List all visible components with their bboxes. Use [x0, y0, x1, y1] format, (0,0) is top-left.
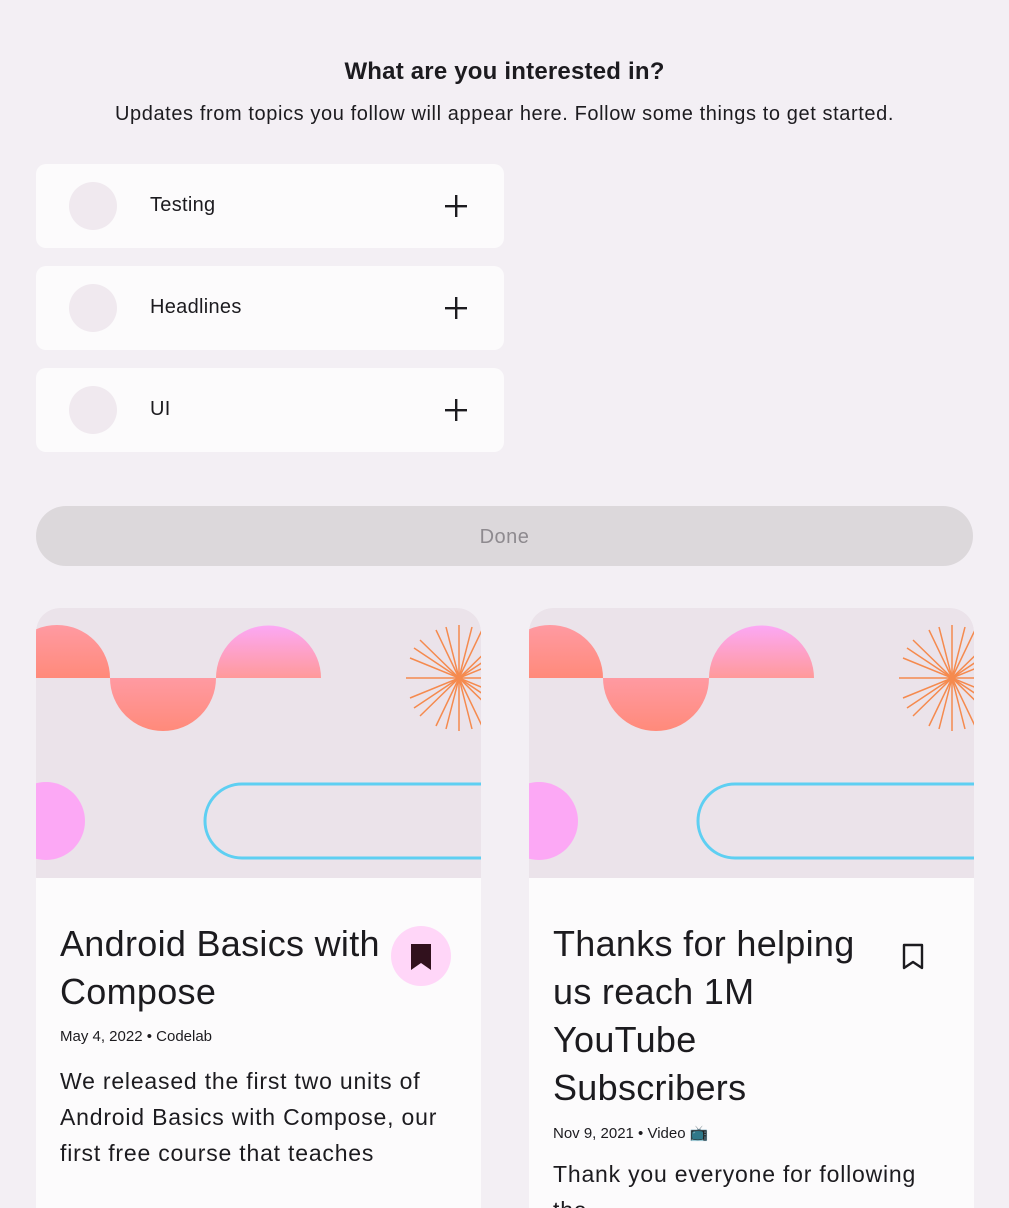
plus-icon[interactable] — [442, 396, 470, 424]
card-description: Thank you everyone for following the — [553, 1161, 917, 1208]
done-button[interactable]: Done — [36, 506, 973, 566]
plus-icon[interactable] — [442, 192, 470, 220]
topic-item-headlines[interactable]: Headlines — [36, 266, 504, 350]
topic-list: Testing Headlines UI — [36, 164, 504, 470]
bookmark-button[interactable] — [391, 926, 451, 986]
topic-avatar — [69, 284, 117, 332]
topic-label: Headlines — [150, 296, 242, 318]
card-header-image — [36, 608, 481, 878]
news-card[interactable]: Android Basics with Compose May 4, 2022 … — [36, 608, 481, 1208]
topic-label: UI — [150, 398, 171, 420]
card-header-image — [529, 608, 974, 878]
plus-icon[interactable] — [442, 294, 470, 322]
topic-label: Testing — [150, 194, 216, 216]
card-meta: Nov 9, 2021 • Video 📺 — [553, 1125, 709, 1142]
news-card[interactable]: Thanks for helping us reach 1M YouTube S… — [529, 608, 974, 1208]
topic-avatar — [69, 386, 117, 434]
bookmark-filled-icon — [411, 944, 431, 970]
topic-avatar — [69, 182, 117, 230]
bookmark-button[interactable] — [883, 926, 943, 986]
bookmark-outline-icon — [902, 943, 924, 970]
page-title: What are you interested in? — [344, 58, 665, 85]
card-description: We released the first two units of Andro… — [60, 1068, 438, 1166]
card-title: Thanks for helping us reach 1M YouTube S… — [553, 923, 855, 1108]
topic-item-ui[interactable]: UI — [36, 368, 504, 452]
page-subtitle: Updates from topics you follow will appe… — [114, 103, 895, 125]
topic-item-testing[interactable]: Testing — [36, 164, 504, 248]
card-title: Android Basics with Compose — [60, 923, 380, 1012]
card-meta: May 4, 2022 • Codelab — [60, 1028, 213, 1045]
